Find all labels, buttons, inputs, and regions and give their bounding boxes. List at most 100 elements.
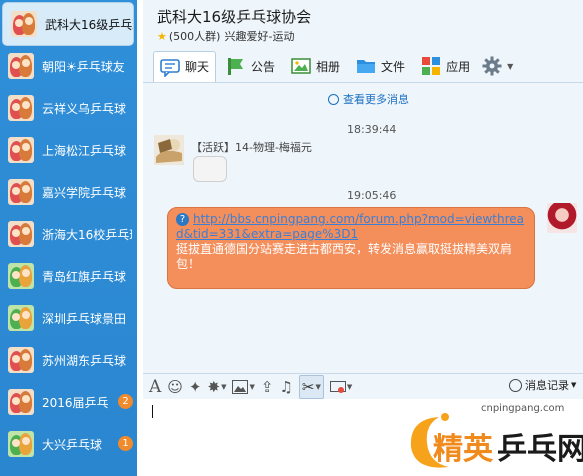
chevron-down-icon: ▼: [249, 383, 255, 391]
image-button[interactable]: ▼: [232, 376, 255, 398]
magic-wand-icon: ✦: [188, 378, 202, 396]
sidebar-item-group-10[interactable]: 大兴乒乓球 1: [0, 423, 137, 465]
message-timestamp: 18:39:44: [347, 123, 397, 136]
message-list[interactable]: 查看更多消息 18:39:44 【活跃】14-物理-梅福元 19:05:46 ?…: [143, 83, 583, 373]
font-button[interactable]: A: [149, 376, 161, 398]
chevron-down-icon: ▼: [315, 383, 321, 391]
group-avatar-icon: [8, 347, 34, 373]
emoji-button[interactable]: ☺: [167, 376, 183, 398]
message-timestamp: 19:05:46: [347, 189, 397, 202]
more-tools-button[interactable]: ▼: [329, 376, 353, 398]
image-icon: [232, 380, 249, 394]
message-log-button[interactable]: 消息记录 ▼: [509, 377, 576, 393]
message-bubble[interactable]: ? http://bbs.cnpingpang.com/forum.php?mod…: [167, 207, 535, 289]
sidebar-item-group-3[interactable]: 上海松江乒乓球: [0, 129, 137, 171]
self-avatar[interactable]: [547, 203, 577, 233]
sidebar-item-label: 苏州湖东乒乓球: [42, 353, 127, 368]
group-title: 武科大16级乒乓球协会: [157, 8, 312, 26]
sidebar-item-label: 浙海大16校乒乓球: [42, 227, 132, 242]
tab-label: 相册: [316, 59, 341, 74]
sidebar-item-label: 云祥义乌乒乓球: [42, 101, 127, 116]
folder-icon: [356, 56, 376, 76]
tab-album[interactable]: 相册: [285, 51, 346, 81]
announcement-icon: [226, 56, 246, 76]
sidebar-item-group-6[interactable]: 青岛红旗乒乓球: [0, 255, 137, 297]
magic-emoji-button[interactable]: ✦: [189, 376, 202, 398]
group-avatar-icon: [8, 95, 34, 121]
unread-count-badge: 2: [118, 394, 133, 409]
sender-avatar[interactable]: [154, 135, 184, 165]
star-icon: ★: [157, 29, 167, 43]
svg-text:精英: 精英: [433, 432, 494, 467]
group-avatar-icon: [8, 389, 34, 415]
unread-count-badge: 1: [118, 436, 133, 451]
view-more-label: 查看更多消息: [343, 93, 409, 106]
group-avatar-icon: [8, 263, 34, 289]
sidebar-item-group-5[interactable]: 浙海大16校乒乓球: [0, 213, 137, 255]
message-log-label: 消息记录: [525, 379, 569, 392]
screen-share-icon: [329, 380, 346, 393]
chevron-down-icon: ▼: [571, 381, 577, 389]
group-subtitle: ★ (500人群) 兴趣爱好-运动: [157, 28, 294, 44]
sidebar-item-group-4[interactable]: 嘉兴学院乒乓球: [0, 171, 137, 213]
upload-icon: ⇪: [260, 378, 274, 396]
message-bubble[interactable]: [193, 156, 227, 182]
svg-text:乒乓网: 乒乓网: [497, 432, 583, 467]
font-icon: A: [149, 377, 162, 397]
album-icon: [291, 56, 311, 76]
gear-icon: [482, 56, 502, 76]
group-tabs: 聊天 公告 相册 文件 应用 ▼: [153, 50, 519, 82]
clock-icon: [328, 93, 339, 105]
settings-menu-button[interactable]: ▼: [480, 51, 515, 81]
group-avatar-icon: [11, 11, 37, 37]
music-note-icon: ♫: [279, 378, 293, 396]
watermark-logo: 精英 乒乓网: [410, 413, 583, 468]
sidebar-item-label: 大兴乒乓球: [42, 437, 103, 452]
sidebar-item-label: 朝阳☀乒乓球友: [42, 59, 125, 74]
group-avatar-icon: [8, 305, 34, 331]
sidebar-item-label: 2016届乒乓: [42, 395, 109, 410]
screenshot-button[interactable]: ✂ ▼: [298, 375, 324, 399]
scissors-icon: ✂: [301, 378, 315, 396]
upload-button[interactable]: ⇪: [261, 376, 274, 398]
sidebar-item-label: 青岛红旗乒乓球: [42, 269, 127, 284]
shake-button[interactable]: ✸ ▼: [208, 376, 227, 398]
member-count: (500人群): [168, 30, 221, 43]
group-avatar-icon: [8, 179, 34, 205]
group-avatar-icon: [8, 221, 34, 247]
conversation-sidebar: 武科大16级乒乓球协会 朝阳☀乒乓球友 云祥义乌乒乓球 上海松江乒乓球 嘉兴学院…: [0, 0, 137, 476]
chat-icon: [160, 57, 180, 78]
group-avatar-icon: [8, 137, 34, 163]
smiley-icon: ☺: [167, 378, 183, 396]
apps-icon: [421, 56, 441, 76]
sidebar-item-label: 嘉兴学院乒乓球: [42, 185, 127, 200]
tab-label: 应用: [446, 59, 471, 74]
group-category: 兴趣爱好-运动: [224, 30, 295, 43]
sidebar-item-group-1[interactable]: 朝阳☀乒乓球友: [0, 45, 137, 87]
music-button[interactable]: ♫: [279, 376, 292, 398]
help-icon: ?: [176, 213, 189, 226]
sidebar-item-label: 武科大16级乒乓球协会: [45, 17, 133, 32]
tab-announcement[interactable]: 公告: [220, 51, 281, 81]
tab-chat[interactable]: 聊天: [153, 50, 217, 82]
sidebar-item-group-0[interactable]: 武科大16级乒乓球协会: [2, 2, 134, 46]
bell-icon: ✸: [207, 378, 221, 396]
clock-icon: [509, 378, 522, 392]
tab-label: 文件: [381, 59, 406, 74]
sidebar-item-group-7[interactable]: 深圳乒乓球景田: [0, 297, 137, 339]
chevron-down-icon: ▼: [507, 61, 514, 71]
tab-files[interactable]: 文件: [350, 51, 411, 81]
tab-label: 聊天: [185, 60, 210, 74]
text-caret: [152, 405, 153, 418]
tab-label: 公告: [251, 59, 276, 74]
chevron-down-icon: ▼: [221, 383, 227, 391]
chevron-down-icon: ▼: [346, 383, 353, 391]
tab-apps[interactable]: 应用: [415, 51, 476, 81]
chat-window: 武科大16级乒乓球协会 ★ (500人群) 兴趣爱好-运动 聊天 公告 相册 文…: [143, 0, 583, 476]
sidebar-item-group-8[interactable]: 苏州湖东乒乓球: [0, 339, 137, 381]
sidebar-item-group-2[interactable]: 云祥义乌乒乓球: [0, 87, 137, 129]
sender-name: 【活跃】14-物理-梅福元: [191, 141, 312, 154]
message-link[interactable]: http://bbs.cnpingpang.com/forum.php?mod=…: [176, 212, 524, 241]
view-more-messages-link[interactable]: 查看更多消息: [328, 91, 409, 107]
sidebar-item-group-9[interactable]: 2016届乒乓 2: [0, 381, 137, 423]
